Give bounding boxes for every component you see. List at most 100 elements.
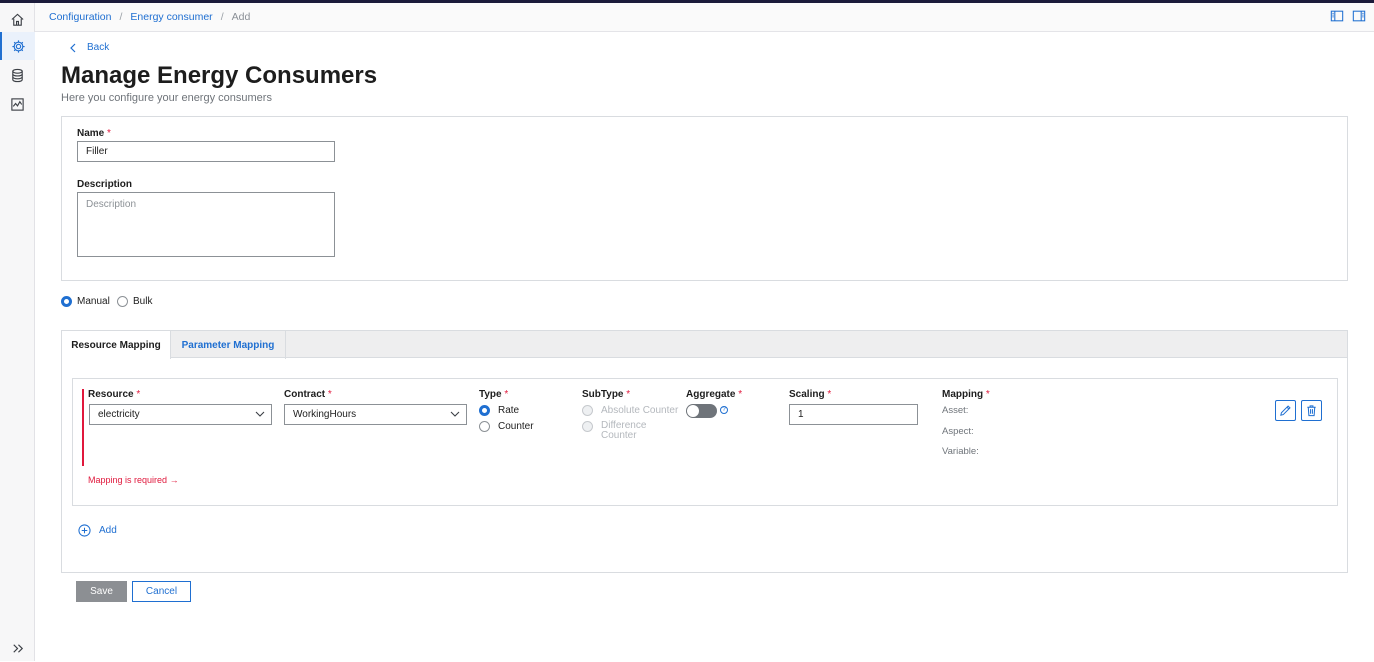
required-mark: *: [504, 389, 509, 400]
expand-icon: [13, 643, 24, 653]
name-input[interactable]: Filler: [77, 141, 335, 162]
subtype-absolute-label: Absolute Counter: [601, 405, 679, 416]
tab-bar: Resource Mapping Parameter Mapping: [62, 331, 1347, 359]
help-icon[interactable]: ?: [720, 406, 728, 414]
subtype-difference-label: Difference Counter: [601, 420, 647, 441]
mapping-aspect: Aspect:: [942, 426, 974, 437]
breadcrumb-separator: /: [119, 11, 123, 23]
mapping-card: Resource Mapping Parameter Mapping Resou…: [61, 330, 1348, 573]
general-card: Name * Filler Description Description: [61, 116, 1348, 281]
subtype-option-difference: Difference Counter: [582, 421, 651, 441]
chart-icon: [11, 97, 24, 111]
arrow-right-icon: →: [169, 475, 179, 485]
mode-bulk[interactable]: Bulk: [117, 296, 152, 307]
contract-label-text: Contract: [284, 389, 326, 400]
mapping-row: Resource * electricity Contract * Workin…: [72, 378, 1338, 506]
required-mark: *: [827, 389, 832, 400]
rail-monitor[interactable]: [0, 90, 35, 118]
mapping-label: Mapping *: [942, 389, 990, 400]
scaling-label-text: Scaling: [789, 389, 825, 400]
home-icon: [11, 13, 24, 26]
trash-icon: [1307, 405, 1316, 417]
mapping-error-text: Mapping is required: [88, 475, 168, 485]
contract-label: Contract *: [284, 389, 332, 400]
resource-select[interactable]: electricity: [89, 404, 272, 425]
mode-manual-label: Manual: [77, 296, 110, 307]
header-bar: Configuration / Energy consumer / Add: [35, 3, 1374, 32]
add-label: Add: [99, 525, 117, 536]
aggregate-label-text: Aggregate: [686, 389, 736, 400]
breadcrumb-energy-consumer[interactable]: Energy consumer: [130, 11, 212, 23]
save-button[interactable]: Save: [76, 581, 127, 602]
breadcrumb-separator: /: [220, 11, 224, 23]
radio-difference-counter: [582, 421, 593, 432]
subtype-label: SubType *: [582, 389, 630, 400]
tab-resource-mapping[interactable]: Resource Mapping: [62, 331, 171, 359]
radio-bulk[interactable]: [117, 296, 128, 307]
panel-left-icon[interactable]: [1330, 9, 1344, 23]
required-mark: *: [626, 389, 631, 400]
type-rate-label: Rate: [498, 405, 520, 416]
required-mark: *: [107, 128, 111, 139]
breadcrumb-current: Add: [231, 11, 251, 23]
required-mark: *: [738, 389, 743, 400]
mapping-asset: Asset:: [942, 405, 969, 416]
database-icon: [12, 68, 23, 82]
breadcrumb: Configuration / Energy consumer / Add: [49, 11, 250, 23]
type-label-text: Type: [479, 389, 502, 400]
toggle-knob: [687, 405, 699, 417]
subtype-label-text: SubType: [582, 389, 624, 400]
radio-counter[interactable]: [479, 421, 490, 432]
delete-row-button[interactable]: [1301, 400, 1322, 421]
name-label-text: Name: [77, 128, 105, 139]
type-option-rate[interactable]: Rate: [479, 405, 519, 416]
chevron-left-icon: [70, 43, 76, 52]
pencil-icon: [1280, 405, 1291, 416]
back-link[interactable]: Back: [69, 42, 109, 53]
rail-expand[interactable]: [0, 634, 35, 662]
subtype-option-absolute: Absolute Counter: [582, 405, 678, 416]
aggregate-label: Aggregate *: [686, 389, 742, 400]
required-mark: *: [985, 389, 990, 400]
rail-home[interactable]: [0, 5, 35, 33]
radio-manual[interactable]: [61, 296, 72, 307]
cancel-button[interactable]: Cancel: [132, 581, 191, 602]
resource-value: electricity: [98, 409, 140, 420]
error-indicator: [82, 389, 84, 466]
add-circle-icon: [78, 524, 91, 537]
add-row-button[interactable]: Add: [78, 524, 117, 537]
mapping-error-message: Mapping is required →: [88, 475, 179, 485]
description-label: Description: [77, 179, 133, 190]
page-subtitle: Here you configure your energy consumers: [61, 92, 272, 104]
rail-data[interactable]: [0, 61, 35, 89]
back-label: Back: [87, 42, 110, 53]
type-counter-label: Counter: [498, 421, 534, 432]
scaling-label: Scaling *: [789, 389, 831, 400]
page-title: Manage Energy Consumers: [61, 62, 378, 89]
resource-label: Resource *: [88, 389, 140, 400]
edit-mapping-button[interactable]: [1275, 400, 1296, 421]
radio-absolute-counter: [582, 405, 593, 416]
resource-label-text: Resource: [88, 389, 134, 400]
gear-icon: [12, 39, 25, 53]
mapping-variable: Variable:: [942, 446, 979, 457]
type-option-counter[interactable]: Counter: [479, 421, 534, 432]
scaling-input[interactable]: 1: [789, 404, 918, 425]
radio-rate[interactable]: [479, 405, 490, 416]
left-rail: [0, 3, 35, 661]
contract-select[interactable]: WorkingHours: [284, 404, 467, 425]
chevron-down-icon: [255, 411, 265, 417]
mapping-label-text: Mapping: [942, 389, 984, 400]
tab-parameter-mapping[interactable]: Parameter Mapping: [171, 331, 286, 359]
rail-configuration[interactable]: [0, 32, 35, 60]
mode-bulk-label: Bulk: [133, 296, 153, 307]
mode-manual[interactable]: Manual: [61, 296, 110, 307]
header-actions: [1330, 9, 1366, 23]
contract-value: WorkingHours: [293, 409, 357, 420]
breadcrumb-configuration[interactable]: Configuration: [49, 11, 111, 23]
name-label: Name *: [77, 128, 111, 139]
aggregate-toggle[interactable]: [686, 404, 717, 418]
description-textarea[interactable]: Description: [77, 192, 335, 257]
type-label: Type *: [479, 389, 508, 400]
panel-right-icon[interactable]: [1352, 9, 1366, 23]
